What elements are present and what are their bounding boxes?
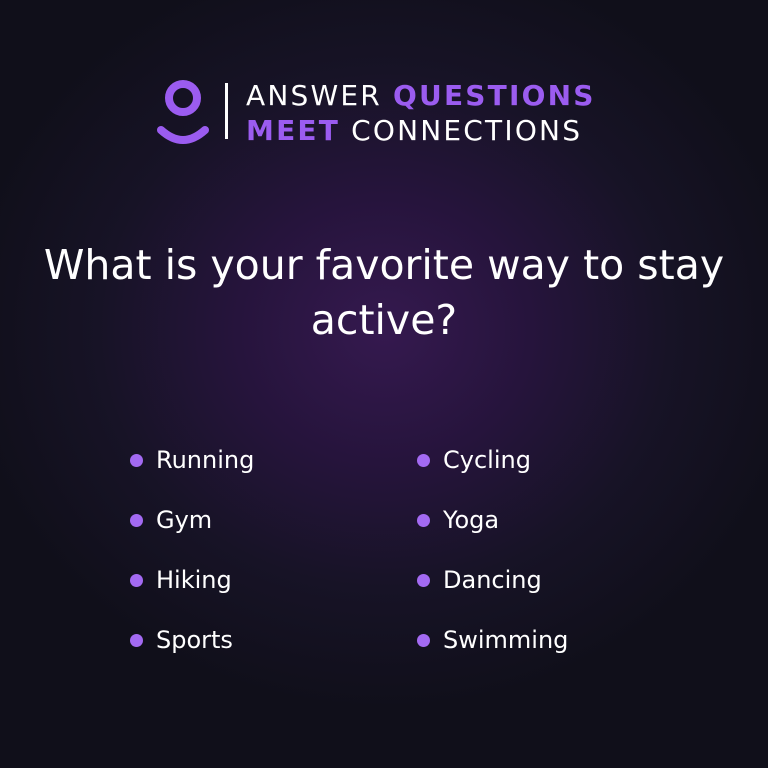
- bullet-icon: [417, 453, 430, 467]
- bullet-icon: [130, 453, 143, 467]
- option-label: Yoga: [443, 506, 500, 534]
- bullet-icon: [130, 513, 143, 527]
- tagline-meet: MEET: [246, 114, 341, 147]
- options-list: Running Gym Hiking Sports Cycling Yoga D…: [130, 440, 650, 680]
- brand-header: ANSWER QUESTIONS MEET CONNECTIONS: [0, 78, 768, 150]
- option-running: Running: [130, 440, 254, 480]
- tagline-connections: CONNECTIONS: [340, 114, 583, 147]
- option-label: Sports: [156, 626, 233, 654]
- header-divider: [225, 83, 228, 139]
- option-label: Running: [156, 446, 255, 474]
- option-label: Swimming: [443, 626, 569, 654]
- bullet-icon: [130, 633, 143, 647]
- tagline-questions: QUESTIONS: [393, 79, 596, 112]
- option-label: Dancing: [443, 566, 542, 594]
- tagline-answer: ANSWER: [246, 79, 394, 112]
- option-label: Hiking: [156, 566, 232, 594]
- person-icon: [157, 80, 209, 144]
- bullet-icon: [417, 513, 430, 527]
- option-sports: Sports: [130, 620, 233, 660]
- option-dancing: Dancing: [417, 560, 542, 600]
- option-label: Cycling: [443, 446, 531, 474]
- option-swimming: Swimming: [417, 620, 568, 660]
- question-heading: What is your favorite way to stay active…: [43, 241, 725, 344]
- tagline: ANSWER QUESTIONS MEET CONNECTIONS: [246, 78, 626, 148]
- option-cycling: Cycling: [417, 440, 531, 480]
- option-yoga: Yoga: [417, 500, 499, 540]
- bullet-icon: [130, 573, 143, 587]
- option-hiking: Hiking: [130, 560, 232, 600]
- option-label: Gym: [156, 506, 213, 534]
- tagline-line-1: ANSWER QUESTIONS: [246, 78, 626, 113]
- bullet-icon: [417, 573, 430, 587]
- option-gym: Gym: [130, 500, 212, 540]
- tagline-line-2: MEET CONNECTIONS: [246, 113, 626, 148]
- bullet-icon: [417, 633, 430, 647]
